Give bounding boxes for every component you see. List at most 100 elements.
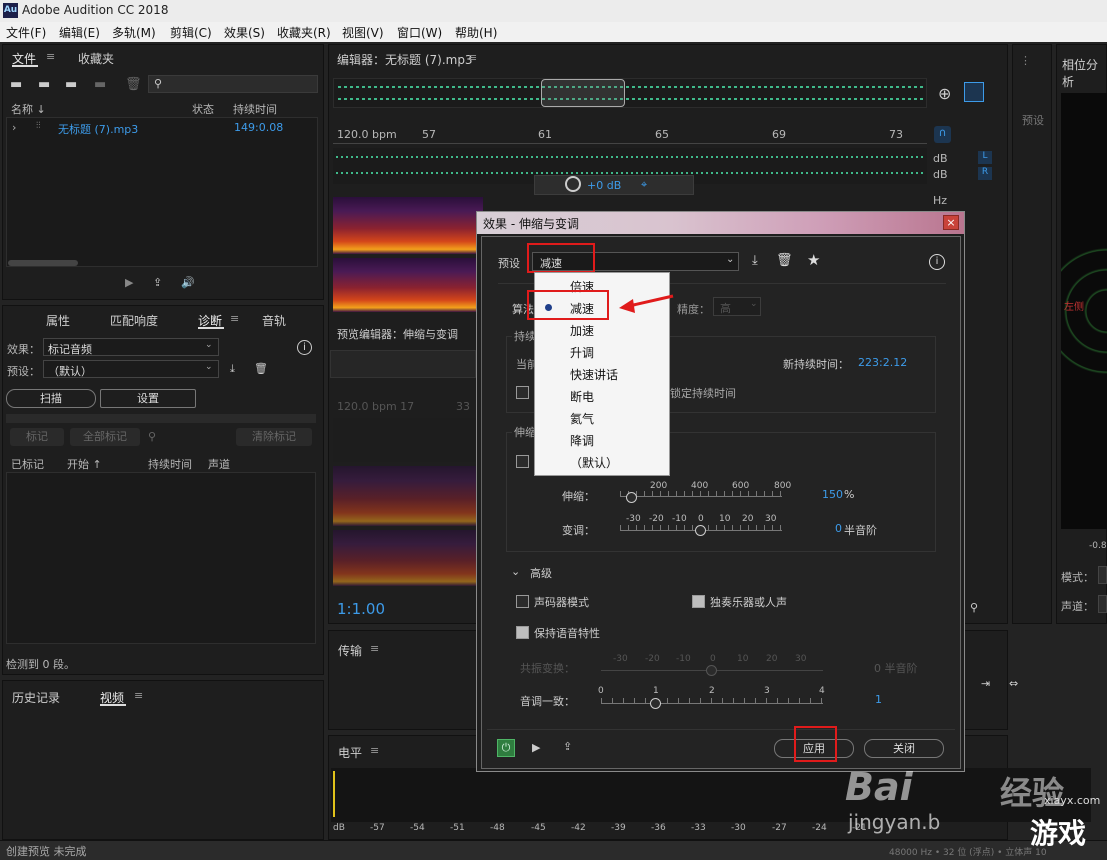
spectral-view-icon[interactable] [964,82,984,102]
zoom-in-icon[interactable]: ⚲ [970,601,978,614]
menu-multitrack[interactable]: 多轨(M) [112,24,156,41]
tab-video-menu-icon[interactable]: ≡ [134,689,143,702]
play-icon[interactable]: ▶ [125,276,133,289]
chevron-down-icon[interactable]: ⌄ [511,565,520,578]
menu-window[interactable]: 窗口(W) [397,24,442,41]
file-search-input[interactable] [148,75,318,93]
overview-waveform[interactable] [333,78,927,108]
settings-button[interactable]: 设置 [100,389,196,408]
preset-option[interactable]: （默认） [570,454,618,471]
loop-preview-icon[interactable]: ⇪ [563,740,572,753]
pitch-value[interactable]: 0 [835,522,842,535]
spectrogram-l[interactable] [333,197,483,254]
mode-select[interactable] [1098,566,1107,584]
col-status[interactable]: 状态 [192,101,214,117]
zoom-navigator-icon[interactable]: ⊕ [938,84,951,103]
col-duration[interactable]: 持续时间 [148,456,192,472]
solo-checkbox[interactable] [692,595,705,608]
close-icon[interactable]: × [943,215,959,230]
menu-view[interactable]: 视图(V) [342,24,384,41]
tab-history[interactable]: 历史记录 [12,689,60,706]
delete-preset-icon[interactable]: 🗑 [776,253,793,268]
coherence-value[interactable]: 1 [875,693,882,706]
zoom-icon[interactable]: ⚲ [148,430,156,443]
pitch-slider-knob[interactable] [695,525,706,536]
loop-icon[interactable]: ⇔ [1009,677,1018,690]
preserve-speech-checkbox[interactable] [516,626,529,639]
tab-match-loudness[interactable]: 匹配响度 [110,312,158,329]
snap-magnet-icon[interactable]: ∩ [934,126,951,143]
channel-select[interactable] [1098,595,1107,613]
info-icon[interactable]: i [297,340,312,355]
transport-menu-icon[interactable]: ≡ [370,642,379,655]
new-duration-value[interactable]: 223:2.12 [858,356,907,369]
editor-menu-icon[interactable]: ≡ [468,51,477,64]
scan-button[interactable]: 扫描 [6,389,96,408]
gain-knob[interactable] [565,176,581,192]
delete-preset-icon[interactable]: 🗑 [254,362,268,375]
save-preset-icon[interactable]: ⤓ [230,362,235,376]
menu-clip[interactable]: 剪辑(C) [170,24,212,41]
new-file-icon[interactable]: ▬ [65,77,77,92]
preview-spectrogram-r[interactable] [333,530,476,586]
tab-files-menu-icon[interactable]: ≡ [46,50,55,63]
formant-slider-knob[interactable] [706,665,717,676]
mark-button[interactable]: 标记 [10,428,64,446]
lock-duration-checkbox[interactable] [516,386,529,399]
file-list-scrollbar[interactable] [8,260,78,266]
info-icon[interactable]: i [929,254,945,270]
col-duration[interactable]: 持续时间 [233,101,277,117]
col-start[interactable]: 开始 ↑ [67,456,102,472]
clear-marks-button[interactable]: 清除标记 [236,428,312,446]
stretch-slider-track[interactable] [620,496,782,497]
preset-option[interactable]: 降调 [570,432,594,449]
col-name[interactable]: 名称 ↓ [11,101,46,117]
mark-all-button[interactable]: 全部标记 [70,428,140,446]
power-icon[interactable]: ⏻ [497,739,515,757]
save-icon[interactable]: ▬ [94,77,106,92]
spectrogram-r[interactable] [333,258,483,312]
save-preset-icon[interactable]: ⤓ [752,253,758,268]
col-marked[interactable]: 已标记 [11,456,44,472]
splitter[interactable] [6,414,316,423]
menu-help[interactable]: 帮助(H) [455,24,497,41]
play-icon[interactable]: ▶ [532,741,540,754]
menu-edit[interactable]: 编辑(E) [59,24,100,41]
lock-stretch-checkbox[interactable] [516,455,529,468]
tab-properties[interactable]: 属性 [46,312,70,329]
side-panel-menu-icon[interactable]: ⋮ [1020,54,1031,67]
channel-l-toggle[interactable]: L [978,151,992,164]
coherence-slider-track[interactable] [601,703,823,704]
expand-chevron-icon[interactable]: › [12,121,16,134]
preset-option[interactable]: 快速讲话 [570,366,618,383]
channel-r-toggle[interactable]: R [978,167,992,180]
stretch-value[interactable]: 150 [822,488,843,501]
advanced-label[interactable]: 高级 [530,565,552,581]
pin-icon[interactable]: ⌖ [641,178,647,192]
coherence-slider-knob[interactable] [650,698,661,709]
close-button[interactable]: 关闭 [864,739,944,758]
open-file-icon[interactable]: ▬ [10,77,22,92]
stretch-slider-knob[interactable] [626,492,637,503]
preview-spectrogram-l[interactable] [333,466,476,526]
preset-option[interactable]: 加速 [570,322,594,339]
export-icon[interactable]: ⇪ [153,276,162,289]
favorite-star-icon[interactable]: ★ [807,251,820,269]
vocoder-checkbox[interactable] [516,595,529,608]
menu-favorites[interactable]: 收藏夹(R) [277,24,331,41]
tab-favorites[interactable]: 收藏夹 [78,50,114,67]
file-name[interactable]: 无标题 (7).mp3 [58,121,138,137]
menu-effects[interactable]: 效果(S) [224,24,265,41]
skip-selection-icon[interactable]: ⇥ [981,677,990,690]
overview-viewport[interactable] [541,79,625,107]
preset-option[interactable]: 氦气 [570,410,594,427]
import-icon[interactable]: ▬ [38,77,50,92]
levels-menu-icon[interactable]: ≡ [370,744,379,757]
autoplay-icon[interactable]: 🔊 [181,276,195,289]
preset-option[interactable]: 升调 [570,344,594,361]
menu-file[interactable]: 文件(F) [6,24,46,41]
preview-overview[interactable] [330,350,476,378]
tab-menu-icon[interactable]: ≡ [230,312,239,325]
tab-track[interactable]: 音轨 [262,312,286,329]
col-channel[interactable]: 声道 [208,456,230,472]
